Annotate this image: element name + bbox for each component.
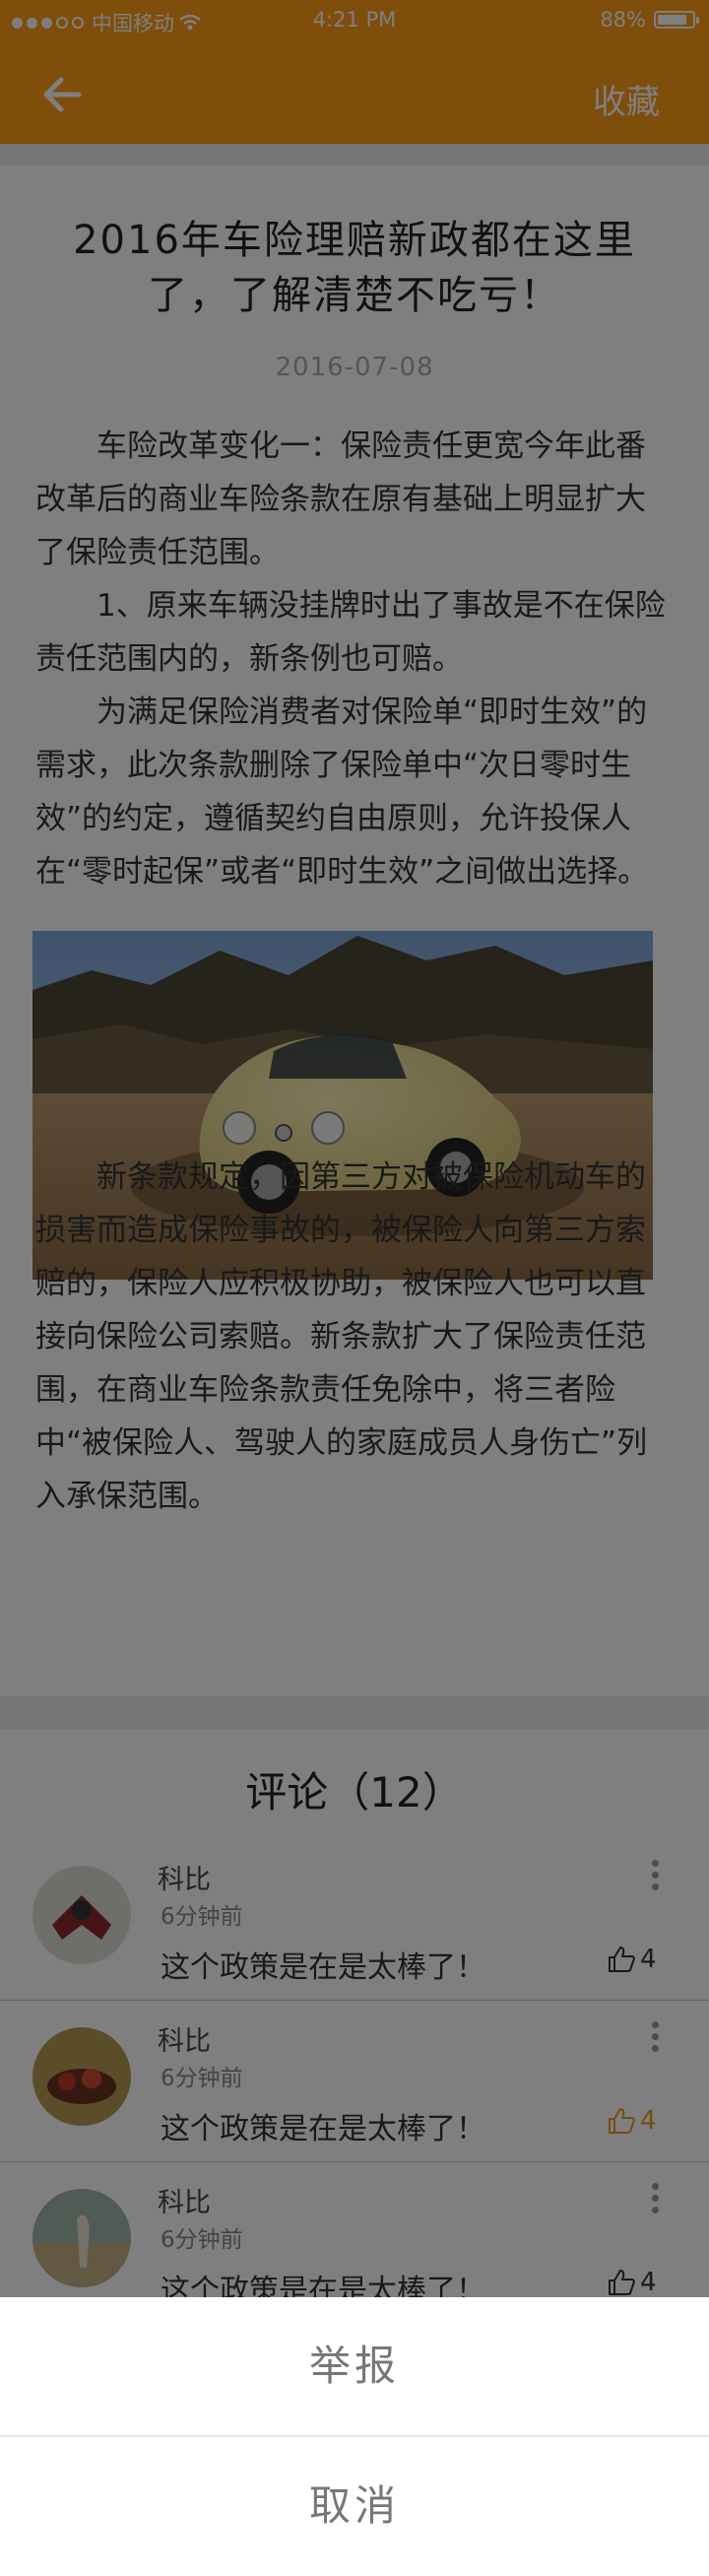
report-button[interactable]: 举报 (0, 2297, 709, 2435)
cancel-button[interactable]: 取消 (0, 2437, 709, 2575)
action-sheet: 举报 取消 (0, 2297, 709, 2576)
modal-overlay[interactable] (0, 0, 709, 2297)
